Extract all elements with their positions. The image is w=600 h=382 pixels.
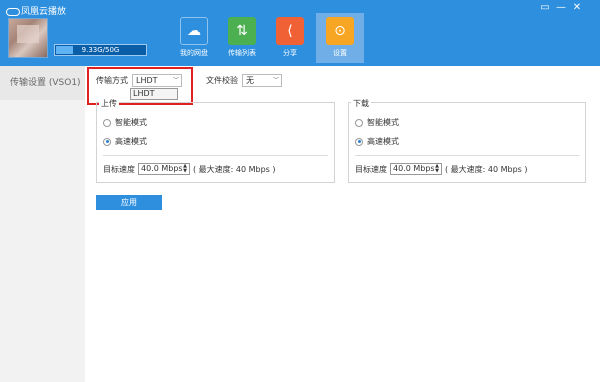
upload-title: 上传 — [99, 98, 119, 109]
chevron-down-icon: ﹀ — [272, 77, 279, 84]
storage-bar: 9.33G/50G — [54, 44, 147, 56]
download-smart-mode-radio[interactable]: 智能模式 — [355, 117, 399, 128]
upload-panel: 上传 智能模式 高速模式 目标速度 40.0 Mbps ▲ ▼ ( 最大速度: … — [96, 98, 335, 183]
radio-icon — [103, 118, 111, 127]
download-speed-row: 目标速度 40.0 Mbps ▲ ▼ ( 最大速度: 40 Mbps ) — [355, 163, 528, 175]
app-logo: 凤凰云播放 — [6, 4, 66, 17]
nav-settings[interactable]: ⊙ 设置 — [316, 13, 364, 63]
divider — [355, 155, 579, 156]
nav-my-drive[interactable]: ☁ 我的网盘 — [170, 13, 218, 63]
download-fast-label: 高速模式 — [367, 137, 399, 146]
title-bar: 凤凰云播放 ▭ — ✕ 9.33G/50G ☁ 我的网盘 ⇅ 传输列表 ⟨ 分享… — [0, 0, 600, 66]
file-check-label: 文件校验 — [206, 76, 238, 85]
download-panel: 下载 智能模式 高速模式 目标速度 40.0 Mbps ▲ ▼ ( 最大速度: … — [348, 98, 586, 183]
logo-cloud-icon — [6, 6, 20, 16]
radio-icon — [355, 118, 363, 127]
stepper-down-icon[interactable]: ▼ — [434, 169, 440, 174]
nav-transfer-list[interactable]: ⇅ 传输列表 — [218, 13, 266, 63]
nav-label: 分享 — [283, 49, 297, 57]
upload-max-speed: ( 最大速度: 40 Mbps ) — [193, 164, 276, 174]
close-icon[interactable]: ✕ — [569, 2, 585, 15]
upload-speed-value: 40.0 Mbps — [141, 164, 183, 173]
download-max-speed: ( 最大速度: 40 Mbps ) — [445, 164, 528, 174]
upload-fast-mode-radio[interactable]: 高速模式 — [103, 136, 147, 147]
share-icon: ⟨ — [276, 17, 304, 45]
divider — [103, 155, 328, 156]
nav-share[interactable]: ⟨ 分享 — [266, 13, 314, 63]
storage-text: 9.33G/50G — [81, 46, 120, 54]
nav-label: 传输列表 — [228, 49, 256, 57]
file-check-row: 文件校验 无 ﹀ — [206, 74, 282, 87]
minimize-icon[interactable]: — — [553, 2, 569, 15]
upload-speed-row: 目标速度 40.0 Mbps ▲ ▼ ( 最大速度: 40 Mbps ) — [103, 163, 276, 175]
transfer-icon: ⇅ — [228, 17, 256, 45]
app-title: 凤凰云播放 — [21, 7, 67, 17]
download-speed-label: 目标速度 — [355, 164, 387, 174]
upload-speed-stepper[interactable]: 40.0 Mbps ▲ ▼ — [138, 163, 190, 175]
radio-selected-icon — [355, 137, 363, 146]
restore-icon[interactable]: ▭ — [537, 2, 553, 15]
stepper-down-icon[interactable]: ▼ — [182, 169, 188, 174]
download-title: 下载 — [351, 98, 371, 109]
sidebar-item-transfer-settings[interactable]: 传输设置 (VSO1) — [0, 66, 85, 100]
file-check-value: 无 — [246, 76, 254, 85]
window-controls: ▭ — ✕ — [537, 2, 585, 15]
download-speed-value: 40.0 Mbps — [393, 164, 435, 173]
upload-smart-label: 智能模式 — [115, 118, 147, 127]
sidebar: 传输设置 (VSO1) — [0, 66, 85, 382]
settings-icon: ⊙ — [326, 17, 354, 45]
avatar[interactable] — [8, 18, 48, 58]
download-smart-label: 智能模式 — [367, 118, 399, 127]
download-fast-mode-radio[interactable]: 高速模式 — [355, 136, 399, 147]
upload-speed-label: 目标速度 — [103, 164, 135, 174]
upload-smart-mode-radio[interactable]: 智能模式 — [103, 117, 147, 128]
download-speed-stepper[interactable]: 40.0 Mbps ▲ ▼ — [390, 163, 442, 175]
upload-fast-label: 高速模式 — [115, 137, 147, 146]
nav-label: 设置 — [333, 49, 347, 57]
nav-label: 我的网盘 — [180, 49, 208, 57]
cloud-icon: ☁ — [180, 17, 208, 45]
apply-button[interactable]: 应用 — [96, 195, 162, 210]
file-check-select[interactable]: 无 ﹀ — [242, 74, 282, 87]
radio-selected-icon — [103, 137, 111, 146]
